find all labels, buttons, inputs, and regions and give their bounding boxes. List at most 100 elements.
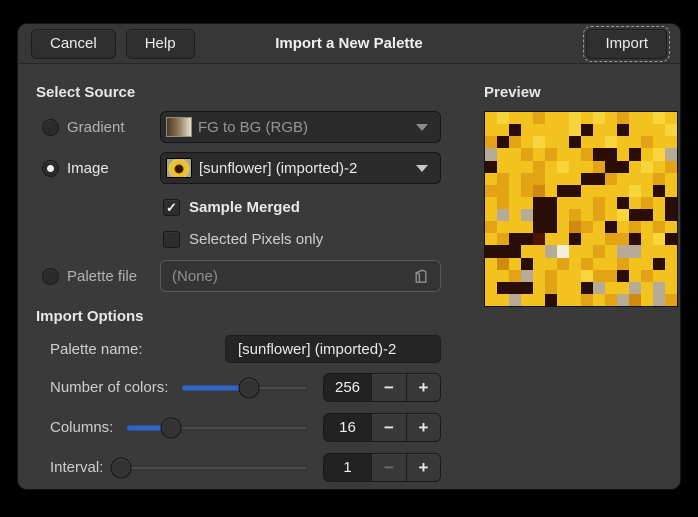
columns-value[interactable]: 16: [323, 413, 371, 442]
gradient-swatch-icon: [166, 117, 192, 137]
preview-cell: [605, 270, 617, 282]
gradient-radio[interactable]: [42, 119, 59, 136]
preview-cell: [593, 112, 605, 124]
preview-cell: [629, 197, 641, 209]
preview-cell: [521, 209, 533, 221]
preview-cell: [653, 148, 665, 160]
preview-cell: [581, 294, 593, 306]
increment-button[interactable]: +: [406, 453, 441, 482]
preview-cell: [593, 270, 605, 282]
preview-cell: [569, 282, 581, 294]
help-button[interactable]: Help: [126, 29, 195, 59]
preview-cell: [533, 233, 545, 245]
preview-cell: [545, 148, 557, 160]
preview-cell: [569, 258, 581, 270]
palette-file-label: Palette file: [67, 268, 137, 285]
preview-cell: [497, 209, 509, 221]
num-colors-slider[interactable]: [182, 373, 308, 402]
preview-cell: [605, 124, 617, 136]
preview-cell: [653, 282, 665, 294]
palette-name-input[interactable]: [225, 335, 441, 363]
preview-cell: [617, 282, 629, 294]
preview-cell: [557, 245, 569, 257]
preview-cell: [497, 221, 509, 233]
preview-cell: [485, 112, 497, 124]
preview-cell: [617, 209, 629, 221]
slider-track[interactable]: [117, 465, 308, 470]
preview-cell: [581, 233, 593, 245]
preview-cell: [521, 245, 533, 257]
cancel-button[interactable]: Cancel: [31, 29, 116, 59]
preview-cell: [641, 233, 653, 245]
selected-pixels-checkbox[interactable]: ✓: [163, 231, 180, 248]
columns-slider[interactable]: [127, 413, 308, 442]
preview-cell: [581, 282, 593, 294]
preview-cell: [617, 221, 629, 233]
preview-cell: [581, 209, 593, 221]
interval-value[interactable]: 1: [323, 453, 371, 482]
preview-cell: [605, 258, 617, 270]
preview-cell: [629, 185, 641, 197]
preview-cell: [605, 294, 617, 306]
preview-cell: [509, 197, 521, 209]
preview-cell: [617, 148, 629, 160]
sample-merged-checkbox[interactable]: ✓: [163, 199, 180, 216]
preview-cell: [533, 270, 545, 282]
preview-cell: [569, 148, 581, 160]
decrement-button[interactable]: −: [371, 373, 406, 402]
preview-cell: [569, 124, 581, 136]
preview-cell: [509, 161, 521, 173]
preview-cell: [581, 136, 593, 148]
import-options-heading: Import Options: [36, 308, 441, 325]
preview-cell: [641, 197, 653, 209]
slider-handle[interactable]: [238, 377, 259, 398]
decrement-button[interactable]: −: [371, 413, 406, 442]
preview-cell: [521, 294, 533, 306]
preview-cell: [665, 124, 677, 136]
slider-handle[interactable]: [160, 417, 181, 438]
preview-cell: [641, 282, 653, 294]
preview-cell: [485, 161, 497, 173]
palette-file-radio[interactable]: [42, 268, 59, 285]
palette-file-chooser[interactable]: (None): [160, 260, 441, 292]
decrement-button[interactable]: −: [371, 453, 406, 482]
preview-cell: [593, 197, 605, 209]
preview-cell: [485, 270, 497, 282]
slider-handle[interactable]: [111, 457, 132, 478]
gradient-dropdown[interactable]: FG to BG (RGB): [160, 111, 441, 143]
preview-cell: [593, 245, 605, 257]
preview-cell: [521, 173, 533, 185]
preview-cell: [569, 221, 581, 233]
preview-cell: [581, 161, 593, 173]
preview-cell: [581, 185, 593, 197]
interval-slider[interactable]: [117, 453, 308, 482]
num-colors-value[interactable]: 256: [323, 373, 371, 402]
preview-cell: [665, 245, 677, 257]
image-dropdown[interactable]: [sunflower] (imported)-2: [160, 152, 441, 184]
preview-cell: [653, 136, 665, 148]
palette-file-row: Palette file (None): [36, 260, 441, 292]
preview-cell: [509, 185, 521, 197]
dialog-title: Import a New Palette: [18, 35, 680, 52]
preview-cell: [605, 282, 617, 294]
image-radio[interactable]: [42, 160, 59, 177]
preview-cell: [665, 270, 677, 282]
preview-cell: [521, 185, 533, 197]
left-column: Select Source Gradient FG to BG (RGB): [36, 64, 459, 489]
chevron-down-icon: [416, 165, 428, 172]
import-button[interactable]: Import: [586, 29, 667, 59]
preview-cell: [617, 124, 629, 136]
increment-button[interactable]: +: [406, 373, 441, 402]
preview-cell: [593, 233, 605, 245]
preview-cell: [545, 197, 557, 209]
preview-cell: [497, 270, 509, 282]
palette-name-row: Palette name:: [36, 335, 441, 363]
preview-cell: [521, 270, 533, 282]
image-dropdown-value: [sunflower] (imported)-2: [199, 160, 416, 177]
preview-cell: [557, 282, 569, 294]
preview-cell: [593, 209, 605, 221]
palette-name-label: Palette name:: [50, 341, 143, 358]
increment-button[interactable]: +: [406, 413, 441, 442]
preview-cell: [629, 270, 641, 282]
preview-cell: [557, 209, 569, 221]
